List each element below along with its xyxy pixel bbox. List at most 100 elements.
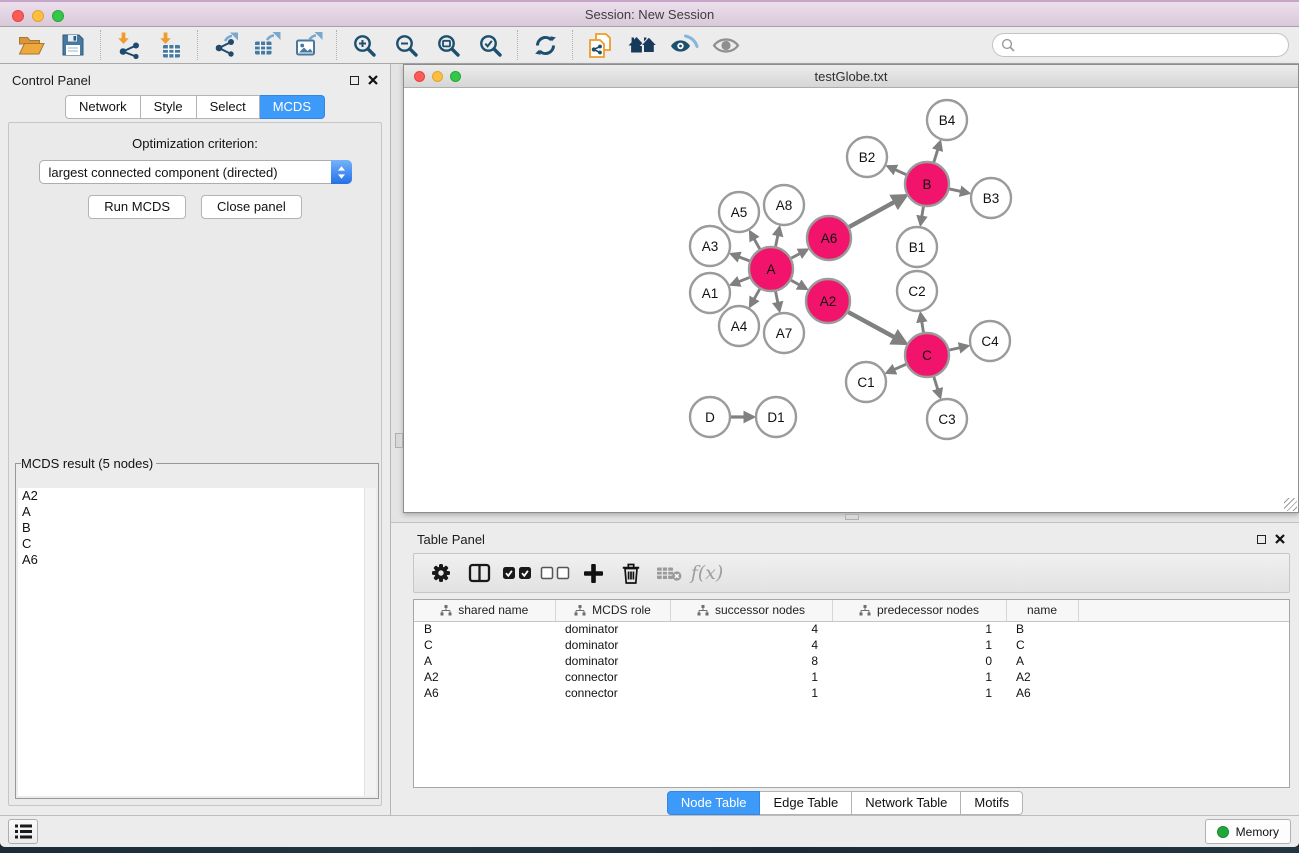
graph-edge-A-A8[interactable] <box>776 228 780 247</box>
import-network-icon[interactable] <box>107 29 149 61</box>
zoom-selected-icon[interactable] <box>469 29 511 61</box>
mcds-result-item[interactable]: C <box>18 536 376 552</box>
refresh-layout-icon[interactable] <box>524 29 566 61</box>
mcds-result-item[interactable]: A <box>18 504 376 520</box>
table-row[interactable]: Bdominator41B <box>414 621 1289 637</box>
close-table-panel-icon[interactable] <box>1275 534 1285 544</box>
network-close-button[interactable] <box>414 71 425 82</box>
zoom-out-icon[interactable] <box>385 29 427 61</box>
zoom-in-icon[interactable] <box>343 29 385 61</box>
column-header-name[interactable]: name <box>1006 600 1078 621</box>
graph-edge-B-B2[interactable] <box>888 166 906 174</box>
graph-edge-C-C4[interactable] <box>949 346 967 350</box>
graph-edge-B-B4[interactable] <box>934 142 940 162</box>
float-panel-icon[interactable] <box>350 76 359 85</box>
graph-edge-A6-B[interactable] <box>849 196 905 227</box>
tab-node-table[interactable]: Node Table <box>667 791 761 815</box>
result-scrollbar[interactable] <box>364 488 376 796</box>
criterion-dropdown[interactable]: largest connected component (directed) <box>39 160 352 184</box>
delete-column-trash-icon[interactable] <box>612 562 650 585</box>
table-row[interactable]: Cdominator41C <box>414 637 1289 653</box>
tab-network[interactable]: Network <box>65 95 141 119</box>
graph-edge-B-B3[interactable] <box>949 189 968 193</box>
export-table-icon[interactable] <box>246 29 288 61</box>
table-cell-filler <box>1078 669 1289 685</box>
mcds-result-item[interactable]: A2 <box>18 488 376 504</box>
column-header-MCDS-role[interactable]: MCDS role <box>555 600 670 621</box>
zoom-fit-icon[interactable] <box>427 29 469 61</box>
mcds-result-item[interactable]: B <box>18 520 376 536</box>
window-titlebar[interactable]: Session: New Session <box>0 0 1299 27</box>
graph-node-label-C3: C3 <box>938 412 955 427</box>
tab-mcds[interactable]: MCDS <box>260 95 325 119</box>
graph-edge-C-C2[interactable] <box>921 314 924 333</box>
graph-edge-A-A6[interactable] <box>791 250 807 258</box>
graph-edge-A2-C[interactable] <box>848 312 905 343</box>
graph-edge-C-C1[interactable] <box>887 364 906 372</box>
settings-gear-icon[interactable] <box>422 562 460 584</box>
tab-network-table[interactable]: Network Table <box>852 791 961 815</box>
table-panel-header[interactable]: Table Panel <box>391 523 1299 551</box>
column-header-successor-nodes[interactable]: successor nodes <box>670 600 832 621</box>
graph-edge-A-A7[interactable] <box>776 292 780 311</box>
table-cell: 8 <box>670 653 832 669</box>
graph-edge-C-C3[interactable] <box>934 377 940 397</box>
close-panel-button[interactable]: Close panel <box>201 195 302 219</box>
clone-network-icon[interactable] <box>579 29 621 61</box>
tab-style[interactable]: Style <box>141 95 197 119</box>
tab-edge-table[interactable]: Edge Table <box>760 791 852 815</box>
graph-edge-A-A1[interactable] <box>731 277 749 284</box>
network-window-titlebar[interactable]: testGlobe.txt <box>404 65 1298 88</box>
open-session-icon[interactable] <box>10 29 52 61</box>
show-all-eye-icon[interactable] <box>705 29 747 61</box>
float-table-panel-icon[interactable] <box>1257 535 1266 544</box>
add-column-icon[interactable] <box>574 563 612 584</box>
home-layout-icon[interactable] <box>621 29 663 61</box>
toggle-columns-icon[interactable] <box>460 563 498 583</box>
table-panel-tabs: Node TableEdge TableNetwork TableMotifs <box>391 791 1299 815</box>
run-mcds-button[interactable]: Run MCDS <box>88 195 186 219</box>
table-panel-title: Table Panel <box>417 532 485 547</box>
column-header-shared-name[interactable]: shared name <box>414 600 555 621</box>
network-zoom-button[interactable] <box>450 71 461 82</box>
network-canvas[interactable]: B4B2BB3A8A5A6A3B1AC2A1A2A4A7C4CC1DD1C3 <box>404 88 1298 512</box>
network-minimize-button[interactable] <box>432 71 443 82</box>
import-table-icon[interactable] <box>149 29 191 61</box>
table-row[interactable]: A6connector11A6 <box>414 685 1289 701</box>
close-window-button[interactable] <box>12 10 24 22</box>
deselect-all-checkboxes-icon[interactable] <box>536 565 574 581</box>
table-cell: A6 <box>1006 685 1078 701</box>
export-image-icon[interactable] <box>288 29 330 61</box>
close-panel-icon[interactable] <box>368 75 378 85</box>
mcds-result-box: MCDS result (5 nodes) A2ABCA6 <box>15 456 379 799</box>
tab-motifs[interactable]: Motifs <box>961 791 1023 815</box>
graph-edge-A-A3[interactable] <box>732 254 750 261</box>
task-history-button[interactable] <box>8 819 38 844</box>
graph-edge-A-A5[interactable] <box>750 232 759 249</box>
memory-button[interactable]: Memory <box>1205 819 1291 844</box>
graph-edge-B-B1[interactable] <box>921 207 924 225</box>
vertical-scrollbar-thumb[interactable] <box>395 433 403 448</box>
horizontal-scrollbar-thumb[interactable] <box>845 514 859 520</box>
column-header-predecessor-nodes[interactable]: predecessor nodes <box>832 600 1006 621</box>
graph-edge-A-A4[interactable] <box>750 289 759 306</box>
window-resize-grip[interactable] <box>1284 498 1297 511</box>
select-all-checkboxes-icon[interactable] <box>498 565 536 581</box>
zoom-window-button[interactable] <box>52 10 64 22</box>
tab-select[interactable]: Select <box>197 95 260 119</box>
table-row[interactable]: Adominator80A <box>414 653 1289 669</box>
search-input[interactable] <box>992 33 1289 57</box>
control-panel-header[interactable]: Control Panel <box>0 64 390 90</box>
hide-selected-eye-icon[interactable] <box>663 29 705 61</box>
export-network-icon[interactable] <box>204 29 246 61</box>
table-row[interactable]: A2connector11A2 <box>414 669 1289 685</box>
mcds-result-item[interactable]: A6 <box>18 552 376 568</box>
minimize-window-button[interactable] <box>32 10 44 22</box>
toolbar-separator <box>517 30 518 60</box>
table-cell: C <box>414 637 555 653</box>
toolbar-separator <box>100 30 101 60</box>
network-graph: B4B2BB3A8A5A6A3B1AC2A1A2A4A7C4CC1DD1C3 <box>404 88 1298 512</box>
graph-edge-A-A2[interactable] <box>791 280 806 289</box>
network-desktop: testGlobe.txt B4B2BB3A8A5A6A3B1AC2A1A2A4… <box>391 64 1299 815</box>
save-session-icon[interactable] <box>52 29 94 61</box>
